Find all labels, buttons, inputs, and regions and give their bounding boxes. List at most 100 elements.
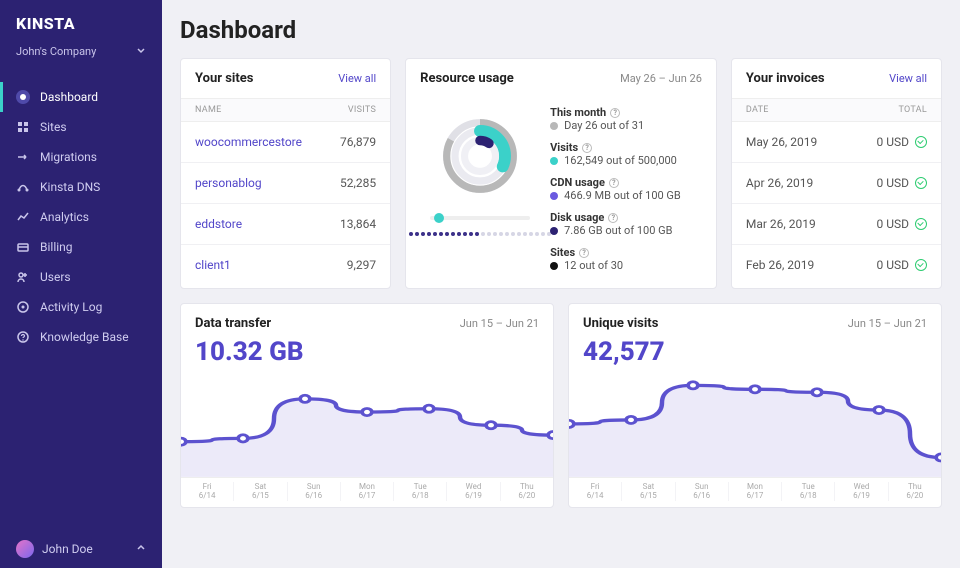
sidebar-item-kinsta-dns[interactable]: Kinsta DNS [0, 172, 162, 202]
resource-stat: Sites ?12 out of 30 [550, 246, 702, 272]
sidebar-item-knowledge-base[interactable]: Knowledge Base [0, 322, 162, 352]
sidebar-item-label: Sites [40, 120, 67, 134]
user-menu[interactable]: John Doe [0, 530, 162, 568]
site-name-link[interactable]: eddstore [195, 217, 242, 231]
sidebar-item-label: Dashboard [40, 90, 98, 104]
sidebar-item-label: Billing [40, 240, 73, 254]
axis-tick: Thu6/20 [888, 482, 941, 501]
site-name-link[interactable]: client1 [195, 258, 231, 272]
data-transfer-range: Jun 15 – Jun 21 [460, 317, 539, 330]
company-selector[interactable]: John's Company [0, 43, 162, 72]
site-row: woocommercestore 76,879 [181, 122, 390, 163]
unique-visits-range: Jun 15 – Jun 21 [848, 317, 927, 330]
sidebar-item-users[interactable]: Users [0, 262, 162, 292]
stat-label: CDN usage ? [550, 176, 702, 189]
info-icon[interactable]: ? [609, 178, 619, 188]
invoice-row[interactable]: Apr 26, 20190 USD [732, 163, 941, 204]
axis-tick: Sat6/15 [621, 482, 674, 501]
unique-visits-card: Unique visits Jun 15 – Jun 21 42,577 Fri… [568, 303, 942, 508]
sidebar-item-label: Migrations [40, 150, 97, 164]
stat-label: Visits ? [550, 141, 702, 154]
invoice-row[interactable]: Mar 26, 20190 USD [732, 204, 941, 245]
info-icon[interactable]: ? [608, 213, 618, 223]
users-icon [16, 270, 30, 284]
dns-icon [16, 180, 30, 194]
chevron-down-icon [136, 45, 146, 58]
sites-card-title: Your sites [195, 71, 253, 86]
stat-value: 466.9 MB out of 100 GB [550, 189, 702, 202]
invoice-amount: 0 USD [876, 135, 909, 149]
sites-view-all-link[interactable]: View all [338, 72, 376, 85]
kb-icon [16, 330, 30, 344]
axis-tick: Sun6/16 [287, 482, 340, 501]
invoices-card: Your invoices View all DATE TOTAL May 26… [731, 58, 942, 289]
analytics-icon [16, 210, 30, 224]
unique-visits-chart [569, 367, 941, 477]
sidebar-item-label: Activity Log [40, 300, 102, 314]
unique-visits-title: Unique visits [583, 316, 658, 331]
migrate-icon [16, 150, 30, 164]
sidebar-item-label: Knowledge Base [40, 330, 129, 344]
invoice-row[interactable]: May 26, 2019 0 USD [732, 122, 941, 163]
invoices-view-all-link[interactable]: View all [889, 72, 927, 85]
user-name: John Doe [42, 542, 93, 556]
resource-date-range: May 26 – Jun 26 [620, 72, 702, 85]
data-transfer-title: Data transfer [195, 316, 271, 331]
site-row: eddstore13,864 [181, 204, 390, 245]
invoice-date: May 26, 2019 [746, 135, 817, 149]
info-icon[interactable]: ? [579, 248, 589, 258]
sidebar-item-migrations[interactable]: Migrations [0, 142, 162, 172]
axis-tick: Tue6/18 [393, 482, 446, 501]
your-sites-card: Your sites View all NAME VISITS woocomme… [180, 58, 391, 289]
axis-tick: Mon6/17 [340, 482, 393, 501]
page-title: Dashboard [180, 16, 942, 44]
sites-head-name: NAME [195, 105, 222, 115]
data-transfer-value: 10.32 GB [181, 337, 553, 367]
check-icon [915, 177, 927, 189]
axis-tick: Tue6/18 [781, 482, 834, 501]
check-icon [915, 259, 927, 271]
info-icon[interactable]: ? [582, 143, 592, 153]
resource-stat: Visits ?162,549 out of 500,000 [550, 141, 702, 167]
site-visits: 52,285 [340, 176, 376, 190]
resource-donut-chart [430, 106, 530, 206]
resource-slider[interactable] [430, 216, 530, 220]
axis-tick: Wed6/19 [834, 482, 887, 501]
invoice-amount: 0 USD [876, 176, 909, 190]
sidebar-item-analytics[interactable]: Analytics [0, 202, 162, 232]
chevron-up-icon [136, 542, 146, 556]
sidebar-item-dashboard[interactable]: Dashboard [0, 82, 162, 112]
avatar [16, 540, 34, 558]
stat-label: Disk usage ? [550, 211, 702, 224]
info-icon[interactable]: ? [610, 108, 620, 118]
stat-label: This month ? [550, 106, 702, 119]
company-name: John's Company [16, 45, 96, 58]
sidebar: KINSTA John's Company DashboardSitesMigr… [0, 0, 162, 568]
sidebar-item-label: Kinsta DNS [40, 180, 100, 194]
site-name-link[interactable]: woocommercestore [195, 135, 302, 149]
stat-label: Sites ? [550, 246, 702, 259]
unique-visits-value: 42,577 [569, 337, 941, 367]
sidebar-item-billing[interactable]: Billing [0, 232, 162, 262]
sidebar-item-activity-log[interactable]: Activity Log [0, 292, 162, 322]
data-transfer-card: Data transfer Jun 15 – Jun 21 10.32 GB F… [180, 303, 554, 508]
invoice-row[interactable]: Feb 26, 20190 USD [732, 245, 941, 285]
nav: Dashboard Sites Migrations Kinsta DNS Analyt… [0, 72, 162, 352]
axis-tick: Fri6/14 [181, 482, 233, 501]
site-row: personablog 52,285 [181, 163, 390, 204]
resource-stat: This month ?Day 26 out of 31 [550, 106, 702, 132]
site-visits: 76,879 [340, 135, 376, 149]
invoices-head-total: TOTAL [898, 105, 927, 115]
site-name-link[interactable]: personablog [195, 176, 262, 190]
resource-stat: Disk usage ?7.86 GB out of 100 GB [550, 211, 702, 237]
invoice-date: Feb 26, 2019 [746, 258, 814, 272]
sites-icon [16, 120, 30, 134]
axis-tick: Fri6/14 [569, 482, 621, 501]
sidebar-item-label: Analytics [40, 210, 89, 224]
resource-usage-card: Resource usage May 26 – Jun 26 [405, 58, 717, 289]
data-transfer-chart [181, 367, 553, 477]
site-visits: 9,297 [347, 258, 376, 272]
invoice-date: Mar 26, 2019 [746, 217, 816, 231]
sidebar-item-sites[interactable]: Sites [0, 112, 162, 142]
top-row: Your sites View all NAME VISITS woocomme… [180, 58, 942, 289]
